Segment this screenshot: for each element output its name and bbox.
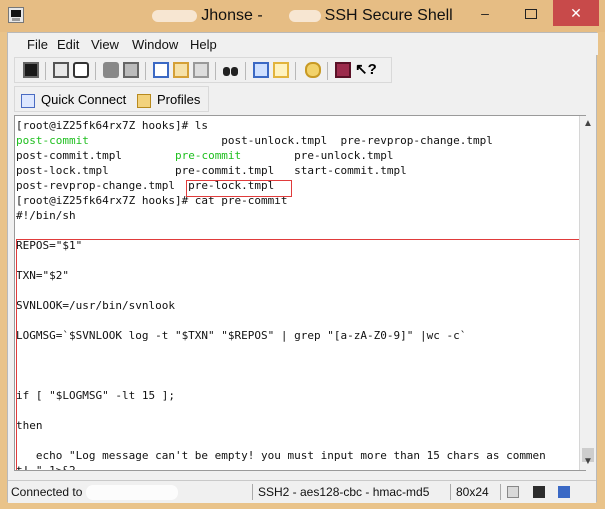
status-divider xyxy=(450,484,451,500)
context-help-icon[interactable]: ↖? xyxy=(355,62,377,78)
terminal-segment: post-unlock.tmpl pre-revprop-change.tmpl xyxy=(88,134,493,147)
minimize-button[interactable]: – xyxy=(470,0,500,26)
network-icon xyxy=(558,486,570,498)
toolbar-separator xyxy=(295,62,296,80)
window-title: Jhonse - SSH Secure Shell xyxy=(0,0,605,32)
quick-connect-bar: Quick Connect Profiles xyxy=(14,86,209,112)
terminal-line: post-commit post-unlock.tmpl pre-revprop… xyxy=(16,133,582,148)
cipher-info: SSH2 - aes128-cbc - hmac-md5 xyxy=(258,485,430,499)
paste-icon[interactable] xyxy=(173,62,189,78)
close-button[interactable]: ✕ xyxy=(553,0,599,26)
title-left: Jhonse - xyxy=(201,7,263,24)
caps-indicator-icon xyxy=(533,486,545,498)
toolbar-separator xyxy=(215,62,216,80)
highlight-script-block xyxy=(16,239,584,470)
paste-special-icon[interactable] xyxy=(193,62,209,78)
terminal-segment: post-commit.tmpl xyxy=(16,149,175,162)
terminal-line: post-commit.tmpl pre-commit pre-unlock.t… xyxy=(16,148,582,163)
settings-icon[interactable] xyxy=(253,62,269,78)
profiles-label: Profiles xyxy=(157,92,201,107)
ssh-window: Jhonse - SSH Secure Shell – ✕ File Edit V… xyxy=(0,0,605,509)
toolbar-separator xyxy=(145,62,146,80)
quick-connect-icon xyxy=(21,93,35,108)
key-icon[interactable] xyxy=(305,62,321,78)
lock-icon xyxy=(507,486,519,498)
disconnect-icon[interactable] xyxy=(103,62,119,78)
terminal-segment: post-commit xyxy=(16,134,89,147)
menu-window[interactable]: Window xyxy=(132,37,178,52)
profiles-button[interactable]: Profiles xyxy=(137,91,200,109)
terminal-line: [root@iZ25fk64rx7Z hooks]# cat pre-commi… xyxy=(16,194,288,207)
toolbar-separator xyxy=(45,62,46,80)
folder-icon xyxy=(137,93,151,108)
title-right: SSH Secure Shell xyxy=(324,7,453,24)
connection-status: Connected to xyxy=(11,485,83,499)
print-icon[interactable] xyxy=(53,62,69,78)
terminal-line: #!/bin/sh xyxy=(16,209,76,222)
terminal-view[interactable]: [root@iZ25fk64rx7Z hooks]# ls post-commit… xyxy=(14,115,586,471)
terminal-size: 80x24 xyxy=(456,485,489,499)
quick-connect-button[interactable]: Quick Connect xyxy=(21,91,126,109)
print-preview-icon[interactable] xyxy=(73,62,89,78)
menu-help[interactable]: Help xyxy=(190,37,217,52)
menu-file[interactable]: File xyxy=(27,37,48,52)
new-connection-icon[interactable] xyxy=(123,62,139,78)
save-icon[interactable] xyxy=(23,62,39,78)
status-bar: Connected to SSH2 - aes128-cbc - hmac-md… xyxy=(8,480,596,503)
help-book-icon[interactable] xyxy=(335,62,351,78)
toolbar: ↖? xyxy=(14,57,392,83)
find-icon[interactable] xyxy=(223,62,239,78)
terminal-segment: pre-unlock.tmpl xyxy=(241,149,394,162)
title-bar[interactable]: Jhonse - SSH Secure Shell – ✕ xyxy=(0,0,605,32)
redacted-blur-2 xyxy=(288,9,321,22)
highlight-pre-commit xyxy=(186,180,292,197)
vertical-scrollbar[interactable]: ▲ ▼ xyxy=(579,116,595,470)
copy-icon[interactable] xyxy=(153,62,169,78)
redacted-blur xyxy=(152,9,198,22)
status-divider xyxy=(252,484,253,500)
quick-connect-label: Quick Connect xyxy=(41,92,127,107)
menu-view[interactable]: View xyxy=(91,37,119,52)
scroll-up-arrow-icon[interactable]: ▲ xyxy=(582,118,594,130)
terminal-segment: pre-commit xyxy=(174,149,242,162)
maximize-button[interactable] xyxy=(516,0,546,26)
maximize-icon xyxy=(525,9,537,20)
menu-bar: File Edit View Window Help xyxy=(8,33,598,55)
toolbar-separator xyxy=(327,62,328,80)
terminal-line: post-lock.tmpl pre-commit.tmpl start-com… xyxy=(16,164,407,177)
scroll-down-arrow-icon[interactable]: ▼ xyxy=(582,456,594,468)
redacted-blur-3 xyxy=(86,485,178,500)
client-area: File Edit View Window Help ↖? Quick Conn… xyxy=(7,32,598,503)
terminal-line: [root@iZ25fk64rx7Z hooks]# ls xyxy=(16,119,209,132)
toolbar-separator xyxy=(95,62,96,80)
terminal-line: post-revprop-change.tmpl pre-lock.tmpl xyxy=(16,179,275,192)
sftp-icon[interactable] xyxy=(273,62,289,78)
menu-edit[interactable]: Edit xyxy=(57,37,79,52)
status-divider xyxy=(500,484,501,500)
toolbar-separator xyxy=(245,62,246,80)
